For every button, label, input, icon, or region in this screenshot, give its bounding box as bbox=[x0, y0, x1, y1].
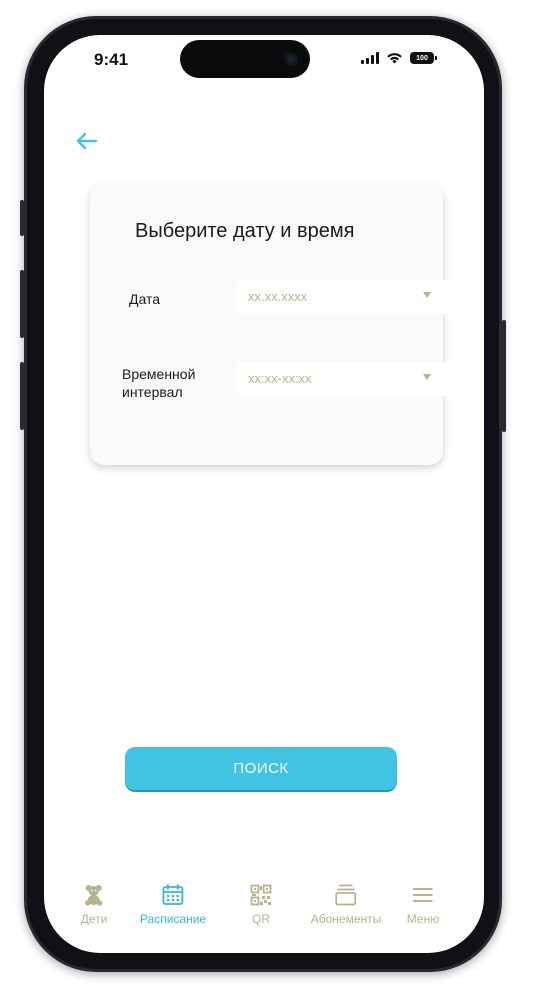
camera-icon bbox=[284, 52, 298, 66]
date-time-card: Выберите дату и время Дата xx.xx.xxxx Вр… bbox=[90, 183, 451, 465]
calendar-icon bbox=[162, 884, 184, 905]
tab-schedule[interactable]: Расписание bbox=[140, 883, 206, 926]
date-label: Дата bbox=[129, 291, 161, 307]
time-interval-select[interactable]: xx:xx-xx:xx bbox=[236, 362, 451, 396]
tab-label: QR bbox=[252, 912, 270, 926]
qr-code-icon bbox=[250, 884, 272, 906]
volume-down-button bbox=[20, 362, 24, 430]
menu-icon bbox=[413, 888, 433, 902]
search-button[interactable]: ПОИСК bbox=[125, 747, 397, 792]
tab-label: Дети bbox=[80, 912, 108, 926]
dynamic-island bbox=[180, 40, 310, 78]
subscriptions-icon bbox=[335, 884, 357, 906]
card-title: Выберите дату и время bbox=[135, 220, 355, 242]
teddy-bear-icon bbox=[85, 885, 103, 906]
battery-icon: 100 bbox=[410, 52, 437, 64]
screen: 9:41 100 Выберите дату и время Дата xx.x… bbox=[44, 35, 484, 953]
back-arrow-icon[interactable] bbox=[76, 132, 98, 150]
status-icons: 100 bbox=[361, 52, 437, 64]
tab-qr[interactable]: QR bbox=[249, 883, 273, 926]
cellular-signal-icon bbox=[361, 52, 379, 64]
action-button bbox=[20, 200, 24, 236]
tab-children[interactable]: Дети bbox=[80, 883, 108, 926]
wifi-icon bbox=[387, 53, 402, 64]
battery-level: 100 bbox=[416, 54, 428, 62]
status-time: 9:41 bbox=[94, 50, 129, 69]
time-interval-label: Временной интервал bbox=[122, 366, 196, 400]
power-button bbox=[502, 320, 506, 432]
tab-bar: Дети Расписание QR Абонементы Меню bbox=[44, 883, 484, 933]
tab-subscriptions[interactable]: Абонементы bbox=[310, 883, 382, 926]
chevron-down-icon bbox=[423, 292, 431, 298]
date-select[interactable]: xx.xx.xxxx bbox=[236, 280, 451, 314]
tab-label: Меню bbox=[406, 912, 440, 926]
tab-label: Расписание bbox=[139, 912, 207, 926]
tab-menu[interactable]: Меню bbox=[407, 883, 439, 926]
date-value: xx.xx.xxxx bbox=[248, 289, 308, 304]
time-interval-value: xx:xx-xx:xx bbox=[248, 371, 312, 386]
tab-label: Абонементы bbox=[310, 912, 382, 926]
volume-up-button bbox=[20, 270, 24, 338]
chevron-down-icon bbox=[423, 374, 431, 380]
